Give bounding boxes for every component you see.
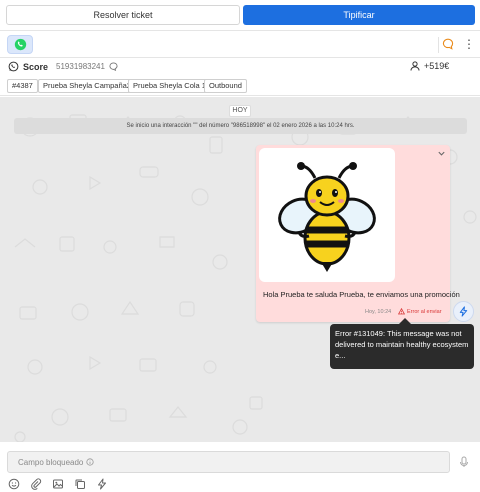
chat-outline-icon[interactable] xyxy=(109,62,118,71)
emoji-icon[interactable] xyxy=(8,478,20,490)
top-action-bar: Resolver ticket Tipificar xyxy=(0,0,480,30)
chat-bubble-icon[interactable] xyxy=(442,38,454,50)
message-image[interactable] xyxy=(259,148,395,282)
contact-phone: 51931983241 xyxy=(56,62,105,71)
tag-ticket-id[interactable]: #4387 xyxy=(7,79,38,93)
contact-bar: Score 51931983241 +519€ xyxy=(0,58,480,78)
quick-action-button[interactable] xyxy=(453,301,474,322)
microphone-icon xyxy=(460,456,468,467)
message-input[interactable]: Campo bloqueado xyxy=(7,451,450,473)
error-status-label: Error al enviar xyxy=(407,308,442,315)
message-input-bar: Campo bloqueado xyxy=(0,442,480,492)
day-separator: HOY xyxy=(229,105,251,117)
warning-icon xyxy=(398,308,405,315)
info-icon xyxy=(86,458,94,466)
message-text: Hola Prueba te saluda Prueba, te enviamo… xyxy=(263,290,460,299)
tags-bar: #4387 Prueba Sheyla Campaña2 Prueba Shey… xyxy=(0,78,480,96)
kebab-menu-icon[interactable]: ⋮ xyxy=(463,36,475,52)
tag-campaign[interactable]: Prueba Sheyla Campaña2 xyxy=(38,79,136,93)
resolver-ticket-button[interactable]: Resolver ticket xyxy=(6,5,240,25)
image-icon[interactable] xyxy=(52,478,64,490)
input-placeholder: Campo bloqueado xyxy=(18,457,84,467)
tipificar-button[interactable]: Tipificar xyxy=(243,5,475,25)
user-icon xyxy=(410,61,420,71)
attach-icon[interactable] xyxy=(30,478,42,490)
whatsapp-outline-icon xyxy=(8,61,19,72)
channel-bar: ⋮ xyxy=(0,30,480,58)
mic-button[interactable] xyxy=(454,451,474,473)
message-error-status: Error al enviar xyxy=(398,308,442,315)
whatsapp-tab[interactable] xyxy=(7,35,33,54)
bolt-icon xyxy=(459,306,468,317)
contact-phone-right: +519€ xyxy=(424,61,450,71)
message-time: Hoy, 10:24 xyxy=(365,309,392,315)
divider xyxy=(438,37,439,53)
chevron-down-icon[interactable] xyxy=(437,149,446,158)
error-tooltip: Error #131049: This message was not deli… xyxy=(330,324,474,369)
tag-queue[interactable]: Prueba Sheyla Cola 1 xyxy=(128,79,211,93)
system-message: Se inicio una interacción "" del número … xyxy=(14,118,467,134)
bee-illustration xyxy=(278,162,376,272)
tag-direction[interactable]: Outbound xyxy=(204,79,247,93)
composer-toolbar xyxy=(8,478,108,490)
copy-icon[interactable] xyxy=(74,478,86,490)
contact-user[interactable]: +519€ xyxy=(410,61,449,71)
bolt-toolbar-icon[interactable] xyxy=(96,478,108,490)
score-label: Score xyxy=(23,61,49,72)
whatsapp-icon xyxy=(14,38,26,51)
score-group: Score 51931983241 xyxy=(8,61,118,72)
